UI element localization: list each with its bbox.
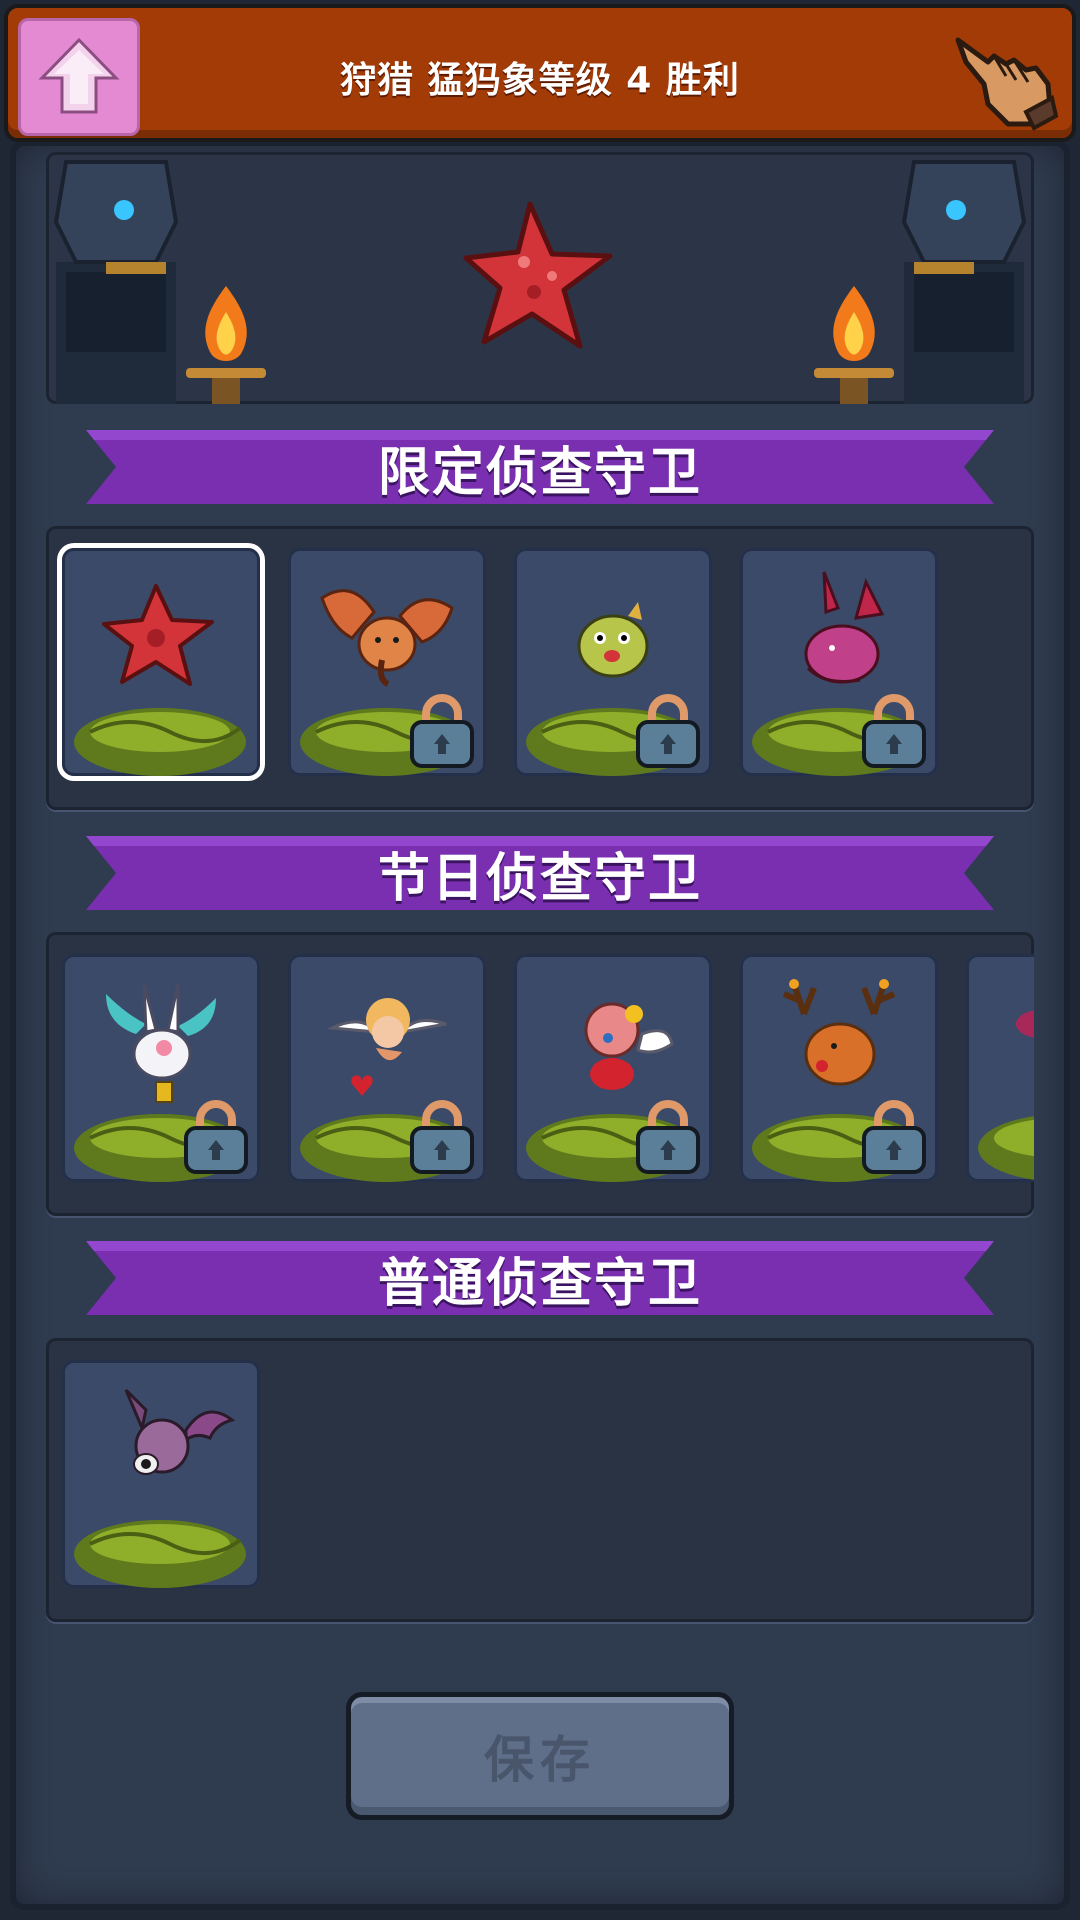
partial-creature-icon <box>1016 1010 1034 1038</box>
guard-card[interactable] <box>62 1360 260 1588</box>
hero-banner <box>46 152 1034 404</box>
save-button[interactable]: 保存 <box>346 1692 734 1820</box>
section-ribbon-festival: 节日侦查守卫 <box>86 836 994 910</box>
bat-eyeball-icon <box>124 1388 236 1475</box>
back-button[interactable] <box>18 18 140 136</box>
flame-brazier <box>814 286 894 404</box>
hint-button[interactable] <box>942 14 1066 138</box>
section-ribbon-normal: 普通侦查守卫 <box>86 1241 994 1315</box>
guard-card[interactable] <box>514 954 712 1182</box>
flame-brazier <box>186 286 266 404</box>
flying-elephant-icon <box>320 589 454 687</box>
padlock-icon <box>184 1100 248 1174</box>
nest-icon <box>74 1520 246 1588</box>
guard-card[interactable] <box>62 548 260 776</box>
padlock-icon <box>862 694 926 768</box>
nest-icon <box>74 708 246 776</box>
guard-card[interactable] <box>288 548 486 776</box>
up-arrow-icon <box>38 37 120 114</box>
section-title: 节日侦查守卫 <box>377 848 702 909</box>
padlock-icon <box>410 1100 474 1174</box>
pink-fairy-icon <box>584 1002 674 1090</box>
section-title: 限定侦查守卫 <box>377 442 702 503</box>
padlock-icon <box>636 694 700 768</box>
pink-dragon-icon <box>804 571 885 684</box>
guard-card[interactable] <box>514 548 712 776</box>
guard-card[interactable] <box>740 954 938 1182</box>
header-bar: 狩猎 猛犸象等级 4 胜利 <box>4 4 1076 142</box>
padlock-icon <box>410 694 474 768</box>
guard-card[interactable] <box>62 954 260 1182</box>
nest-icon <box>978 1116 1034 1180</box>
guard-card-partial[interactable] <box>966 954 1034 1182</box>
normal-guards-panel <box>46 1338 1034 1622</box>
pufferfish-icon <box>577 602 649 678</box>
limited-guards-panel <box>46 526 1034 810</box>
stone-guardian-statue <box>901 160 1027 404</box>
cupid-icon <box>326 998 447 1096</box>
section-ribbon-limited: 限定侦查守卫 <box>86 430 994 504</box>
white-rabbit-icon <box>106 983 216 1103</box>
pointing-hand-icon <box>955 37 1059 131</box>
guard-card[interactable] <box>740 548 938 776</box>
red-starfish-icon <box>102 584 214 686</box>
reindeer-icon <box>782 979 896 1086</box>
featured-red-starfish <box>463 201 613 349</box>
padlock-icon <box>636 1100 700 1174</box>
festival-guards-panel <box>46 932 1034 1216</box>
section-title: 普通侦查守卫 <box>377 1253 702 1314</box>
stone-guardian-statue <box>53 160 179 404</box>
padlock-icon <box>862 1100 926 1174</box>
guard-card[interactable] <box>288 954 486 1182</box>
page-title: 狩猎 猛犸象等级 4 胜利 <box>340 60 740 101</box>
